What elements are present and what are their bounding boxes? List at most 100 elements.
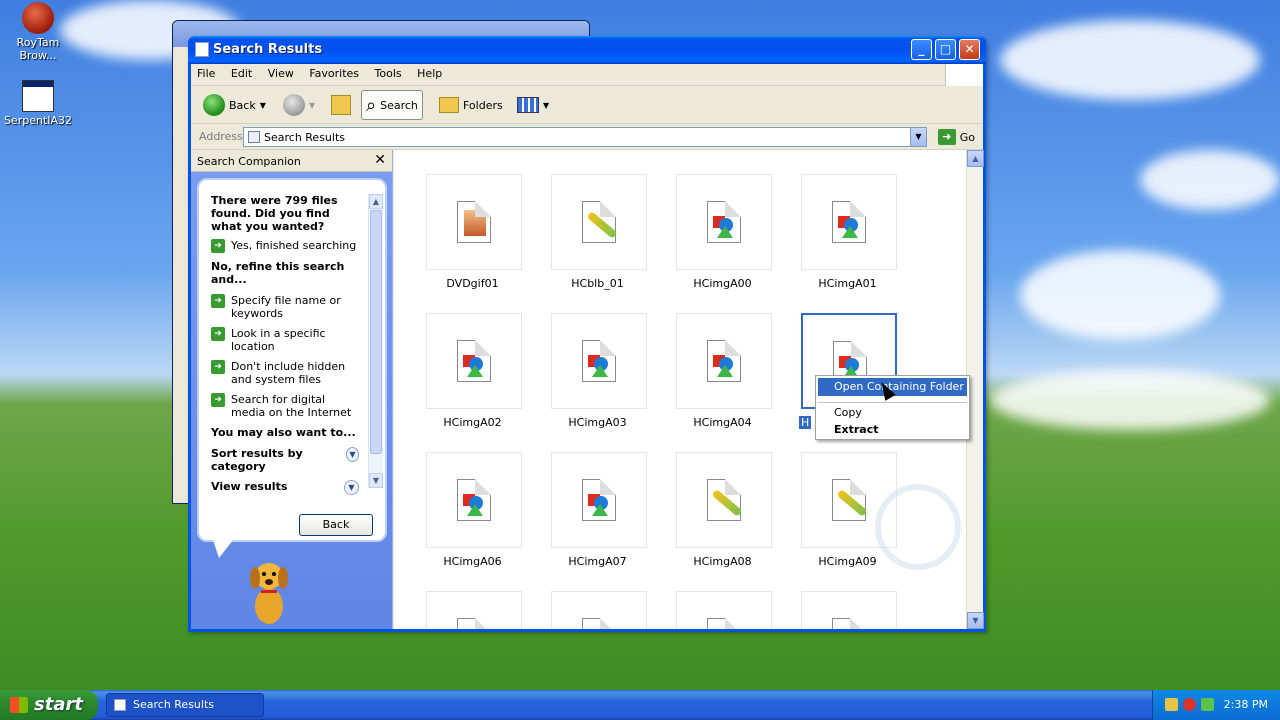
paint-brush-icon bbox=[707, 479, 743, 521]
scroll-up-arrow-icon[interactable]: ▲ bbox=[369, 194, 383, 209]
menu-help[interactable]: Help bbox=[411, 64, 448, 83]
menu-edit[interactable]: Edit bbox=[225, 64, 258, 83]
desktop-icon-browser[interactable]: RoyTam Brow... bbox=[2, 2, 74, 62]
file-thumbnail[interactable] bbox=[551, 452, 647, 548]
safely-remove-icon[interactable] bbox=[1201, 698, 1214, 711]
security-alert-icon[interactable] bbox=[1183, 698, 1196, 711]
chevron-down-icon[interactable]: ▼ bbox=[309, 101, 315, 110]
file-thumbnail[interactable] bbox=[676, 452, 772, 548]
file-tile[interactable]: HCimgA00 bbox=[660, 174, 785, 306]
companion-header: Search Companion ✕ bbox=[191, 150, 392, 172]
close-button[interactable]: ✕ bbox=[959, 39, 980, 60]
option-file-name[interactable]: ➜ Specify file name or keywords bbox=[211, 294, 359, 320]
start-label: start bbox=[34, 694, 83, 715]
paint-brush-icon bbox=[707, 618, 743, 629]
green-arrow-icon: ➜ bbox=[211, 327, 225, 341]
back-button[interactable]: Back ▼ bbox=[199, 90, 270, 120]
file-name-label: HCimgA07 bbox=[568, 555, 627, 568]
file-tile[interactable]: HCimgA02 bbox=[410, 313, 535, 445]
file-name-label: HCblb_01 bbox=[571, 277, 624, 290]
file-thumbnail[interactable] bbox=[676, 591, 772, 629]
scroll-down-arrow-icon[interactable]: ▼ bbox=[369, 473, 383, 488]
file-thumbnail[interactable] bbox=[801, 174, 897, 270]
file-thumbnail[interactable] bbox=[676, 174, 772, 270]
cloud bbox=[1140, 150, 1280, 210]
close-icon[interactable]: ✕ bbox=[374, 152, 386, 168]
shapes-image-icon bbox=[707, 340, 741, 382]
file-tile[interactable] bbox=[535, 591, 660, 629]
file-thumbnail[interactable] bbox=[676, 313, 772, 409]
address-input[interactable]: Search Results ▼ bbox=[243, 127, 927, 147]
results-question: There were 799 files found. Did you find… bbox=[211, 194, 338, 233]
view-results-item[interactable]: View results ▼ bbox=[211, 480, 359, 495]
option-location[interactable]: ➜ Look in a specific location bbox=[211, 327, 359, 353]
maximize-button[interactable]: □ bbox=[935, 39, 956, 60]
file-tile[interactable]: HCimgA04 bbox=[660, 313, 785, 445]
desktop-icon-serpent[interactable]: SerpentIA32 bbox=[2, 80, 74, 127]
menu-favorites[interactable]: Favorites bbox=[303, 64, 365, 83]
network-icon[interactable] bbox=[1165, 698, 1178, 711]
companion-title: Search Companion bbox=[197, 155, 301, 168]
file-tile[interactable]: DVDgif01 bbox=[410, 174, 535, 306]
file-thumbnail[interactable] bbox=[426, 452, 522, 548]
taskbar: start Search Results 2:38 PM bbox=[0, 690, 1280, 720]
up-folder-button[interactable] bbox=[327, 90, 355, 120]
file-tile[interactable]: HCimgA01 bbox=[785, 174, 910, 306]
go-button[interactable]: ➜ Go bbox=[937, 129, 975, 145]
folders-icon bbox=[439, 97, 459, 113]
scroll-down-arrow-icon[interactable]: ▼ bbox=[967, 612, 984, 629]
file-tile[interactable] bbox=[785, 591, 910, 629]
file-thumbnail[interactable] bbox=[551, 174, 647, 270]
file-thumbnail[interactable] bbox=[426, 313, 522, 409]
clock: 2:38 PM bbox=[1223, 698, 1268, 711]
companion-scrollbar[interactable]: ▲ ▼ bbox=[368, 194, 383, 488]
file-tile[interactable]: HCimgA08 bbox=[660, 452, 785, 584]
views-button[interactable]: ▼ bbox=[513, 90, 553, 120]
folders-button[interactable]: Folders bbox=[435, 90, 507, 120]
chevron-down-icon[interactable]: ▼ bbox=[260, 101, 266, 110]
option-hidden-files[interactable]: ➜ Don't include hidden and system files bbox=[211, 360, 359, 386]
green-arrow-icon: ➜ bbox=[211, 393, 225, 407]
option-finished[interactable]: ➜ Yes, finished searching bbox=[211, 239, 359, 253]
search-button[interactable]: ⌕ Search bbox=[361, 90, 423, 120]
taskbar-search-results-button[interactable]: Search Results bbox=[106, 693, 264, 717]
file-tile[interactable]: HCimgA03 bbox=[535, 313, 660, 445]
menu-copy[interactable]: Copy bbox=[818, 404, 967, 422]
scroll-up-arrow-icon[interactable]: ▲ bbox=[967, 150, 984, 167]
file-tile[interactable]: HCimgA06 bbox=[410, 452, 535, 584]
address-dropdown-button[interactable]: ▼ bbox=[910, 128, 926, 146]
file-thumbnail[interactable] bbox=[551, 313, 647, 409]
paint-brush-icon bbox=[457, 618, 493, 629]
menu-tools[interactable]: Tools bbox=[369, 64, 408, 83]
forward-button[interactable]: ▼ bbox=[279, 90, 319, 120]
option-digital-media[interactable]: ➜ Search for digital media on the Intern… bbox=[211, 393, 359, 419]
chevron-down-icon[interactable]: ▼ bbox=[345, 447, 359, 462]
minimize-button[interactable]: _ bbox=[911, 39, 932, 60]
file-thumbnail[interactable] bbox=[801, 591, 897, 629]
search-dog-icon bbox=[250, 563, 288, 624]
menu-file[interactable]: File bbox=[191, 64, 221, 83]
scroll-thumb[interactable] bbox=[370, 210, 382, 454]
menu-extract[interactable]: Extract bbox=[818, 421, 967, 439]
file-tile[interactable]: HCblb_01 bbox=[535, 174, 660, 306]
file-tile[interactable]: HCimgA07 bbox=[535, 452, 660, 584]
menu-view[interactable]: View bbox=[262, 64, 300, 83]
chevron-down-icon[interactable]: ▼ bbox=[543, 101, 549, 110]
start-button[interactable]: start bbox=[0, 690, 98, 720]
file-thumbnail[interactable] bbox=[426, 591, 522, 629]
chevron-down-icon[interactable]: ▼ bbox=[344, 480, 359, 495]
back-arrow-icon bbox=[203, 94, 225, 116]
sort-results-item[interactable]: Sort results by category ▼ bbox=[211, 447, 359, 473]
file-name-label: DVDgif01 bbox=[446, 277, 499, 290]
file-tile[interactable] bbox=[660, 591, 785, 629]
green-arrow-icon: ➜ bbox=[211, 239, 225, 253]
address-value: Search Results bbox=[264, 131, 346, 144]
paint-brush-icon bbox=[832, 618, 868, 629]
titlebar[interactable]: Search Results _ □ ✕ bbox=[188, 36, 986, 64]
file-thumbnail[interactable] bbox=[426, 174, 522, 270]
file-thumbnail[interactable] bbox=[551, 591, 647, 629]
search-results-icon bbox=[114, 699, 126, 711]
file-tile[interactable] bbox=[410, 591, 535, 629]
companion-back-button[interactable]: Back bbox=[299, 514, 373, 536]
desktop-icon-label: SerpentIA32 bbox=[3, 114, 73, 127]
